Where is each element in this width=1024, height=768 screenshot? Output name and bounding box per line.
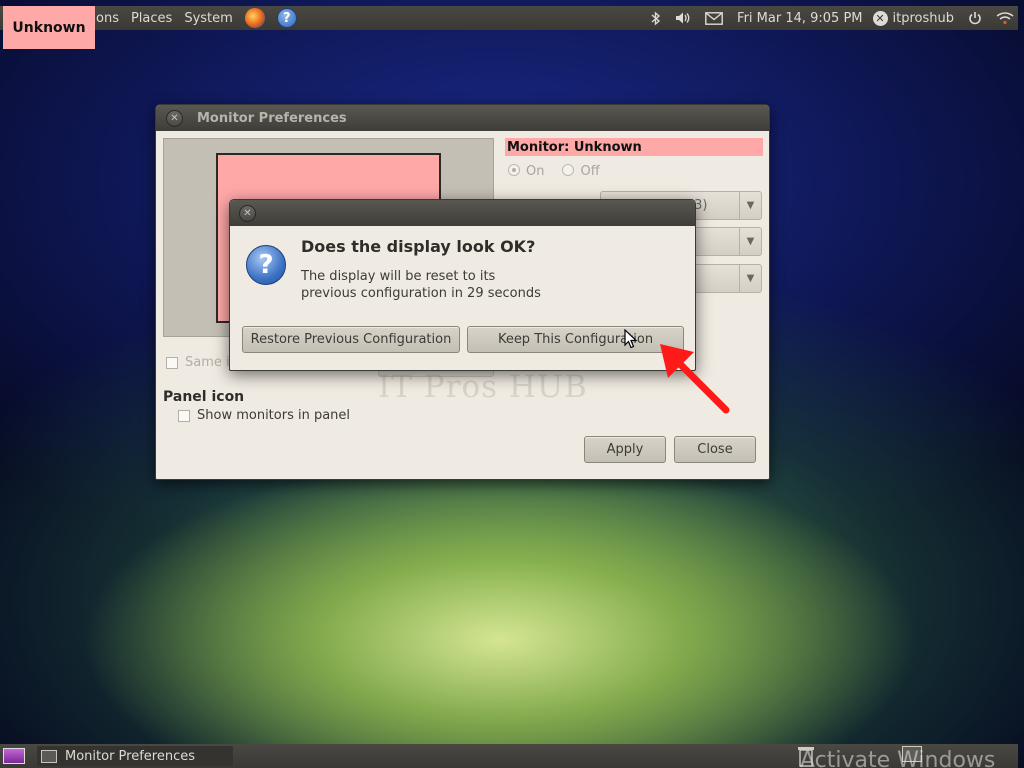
unknown-monitor-badge: Unknown xyxy=(3,6,95,49)
on-radio[interactable]: On xyxy=(508,163,544,179)
watermark: IT Pros HUB xyxy=(378,369,588,405)
checkbox-icon xyxy=(178,409,190,422)
places-menu[interactable]: Places xyxy=(131,11,172,26)
close-button[interactable]: Close xyxy=(674,436,756,463)
keep-this-configuration-button[interactable]: Keep This Configuration xyxy=(467,326,684,353)
taskbar-item-label: Monitor Preferences xyxy=(65,748,196,764)
firefox-icon[interactable] xyxy=(244,8,265,28)
off-radio[interactable]: Off xyxy=(562,163,600,179)
dialog-heading: Does the display look OK? xyxy=(301,237,536,256)
monitor-preferences-task-icon xyxy=(41,749,57,763)
dialog-message-line-2: previous configuration in 29 seconds xyxy=(301,286,541,301)
wifi-icon[interactable] xyxy=(996,11,1014,25)
on-radio-label: On xyxy=(526,164,545,179)
window-title: Monitor Preferences xyxy=(197,110,347,126)
apply-button[interactable]: Apply xyxy=(584,436,666,463)
same-image-checkbox[interactable]: Same i xyxy=(166,355,230,370)
user-status-icon: ✕ xyxy=(872,10,888,26)
system-menu[interactable]: System xyxy=(184,11,232,26)
monitor-power-radios: On Off xyxy=(508,163,618,179)
activate-windows-watermark: Activate Windows xyxy=(800,748,996,768)
mail-icon[interactable] xyxy=(705,11,723,25)
applications-menu[interactable]: ons xyxy=(96,11,119,26)
user-name: itproshub xyxy=(892,10,954,26)
checkbox-icon xyxy=(166,356,178,369)
chevron-down-icon: ▼ xyxy=(739,228,761,255)
show-desktop-icon[interactable] xyxy=(3,748,25,764)
dialog-message: The display will be reset to its previou… xyxy=(301,268,541,302)
dialog-close-icon[interactable]: ✕ xyxy=(239,204,256,222)
same-image-label: Same i xyxy=(185,355,230,370)
top-panel: ons Places System ? Fri Mar 14, 9:05 PM … xyxy=(0,6,1018,30)
dialog-titlebar[interactable]: ✕ xyxy=(230,200,695,226)
clock[interactable]: Fri Mar 14, 9:05 PM xyxy=(737,11,862,26)
bluetooth-icon[interactable] xyxy=(651,10,661,26)
main-menu: ons Places System ? xyxy=(96,8,309,28)
volume-icon[interactable] xyxy=(675,11,691,25)
power-icon[interactable] xyxy=(968,11,982,25)
system-tray: Fri Mar 14, 9:05 PM ✕ itproshub xyxy=(651,10,1018,26)
dialog-message-line-1: The display will be reset to its xyxy=(301,269,496,284)
panel-icon-heading: Panel icon xyxy=(163,389,245,405)
off-radio-label: Off xyxy=(580,164,600,179)
show-monitors-label: Show monitors in panel xyxy=(197,408,351,423)
chevron-down-icon: ▼ xyxy=(739,192,761,219)
taskbar-item-monitor-preferences[interactable]: Monitor Preferences xyxy=(37,746,233,766)
window-close-icon[interactable]: ✕ xyxy=(166,109,183,127)
mouse-pointer-icon xyxy=(624,329,638,349)
chevron-down-icon: ▼ xyxy=(739,265,761,292)
window-titlebar[interactable]: ✕ Monitor Preferences xyxy=(156,105,769,131)
restore-previous-configuration-button[interactable]: Restore Previous Configuration xyxy=(242,326,460,353)
show-monitors-checkbox[interactable]: Show monitors in panel xyxy=(178,408,350,423)
help-icon[interactable]: ? xyxy=(276,8,297,28)
monitor-name-label: Monitor: Unknown xyxy=(505,138,763,156)
user-menu[interactable]: ✕ itproshub xyxy=(872,10,954,26)
question-icon: ? xyxy=(246,245,286,285)
